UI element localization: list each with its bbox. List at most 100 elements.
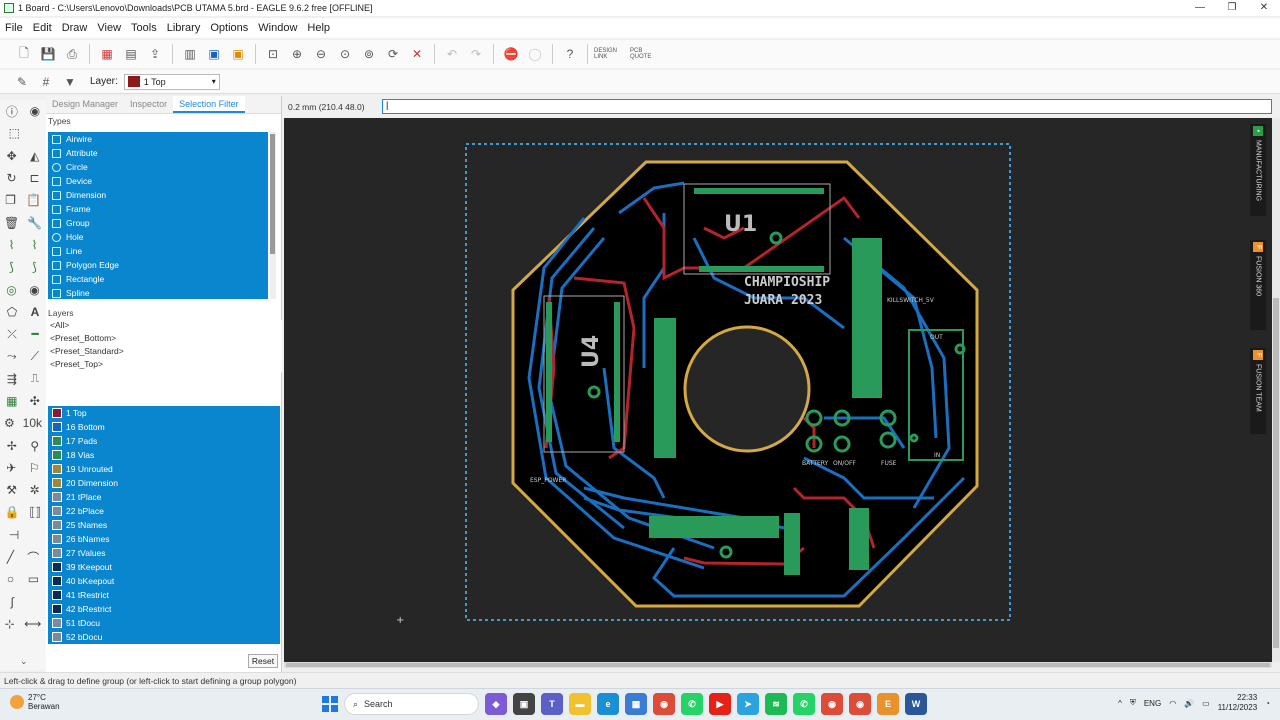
- type-item[interactable]: Rectangle: [48, 272, 268, 286]
- help-icon[interactable]: ?: [559, 44, 581, 64]
- via-icon[interactable]: ◉: [29, 283, 39, 297]
- menu-window[interactable]: Window: [253, 22, 302, 34]
- horizontal-scrollbar[interactable]: [284, 662, 1272, 668]
- delete-icon[interactable]: 🗑: [4, 216, 19, 230]
- design-link-icon[interactable]: DESIGN LINK: [594, 44, 628, 64]
- chevron-down-icon[interactable]: ⌄: [20, 656, 28, 667]
- stop-icon[interactable]: ⛔: [500, 44, 522, 64]
- chrome-profile-icon[interactable]: ◉: [821, 693, 843, 715]
- language-indicator[interactable]: ENG: [1144, 699, 1161, 708]
- hammer-icon[interactable]: ⚒: [6, 483, 17, 497]
- export-icon[interactable]: ⇪: [144, 44, 166, 64]
- zoom-out-icon[interactable]: ⊖: [310, 44, 332, 64]
- slice-icon[interactable]: ⟋: [31, 349, 39, 364]
- new-file-icon[interactable]: 🗋: [13, 44, 35, 64]
- rectangle-icon[interactable]: ▭: [28, 572, 39, 586]
- tab-selection-filter[interactable]: Selection Filter: [173, 96, 245, 113]
- type-item[interactable]: Dimension: [48, 188, 268, 202]
- redraw-icon[interactable]: ⟳: [382, 44, 404, 64]
- arc-icon[interactable]: ⌒: [27, 549, 39, 566]
- layer-item[interactable]: 41 tRestrict: [48, 588, 280, 602]
- type-item[interactable]: Frame: [48, 202, 268, 216]
- whatsapp-icon[interactable]: ✆: [681, 693, 703, 715]
- vertical-scrollbar[interactable]: [1272, 118, 1280, 662]
- layer-item[interactable]: 22 bPlace: [48, 504, 280, 518]
- board-canvas[interactable]: U1 U4 CHAMPIOSHIP JUARA 2023 KILLSWITCH_…: [284, 118, 1272, 662]
- grid-icon[interactable]: #: [35, 72, 57, 92]
- layer-item[interactable]: 52 bDocu: [48, 630, 280, 644]
- layer-item[interactable]: 20 Dimension: [48, 476, 280, 490]
- type-item[interactable]: Hole: [48, 230, 268, 244]
- lock-part-icon[interactable]: ⚲: [30, 439, 39, 453]
- chrome-profile-2-icon[interactable]: ◉: [849, 693, 871, 715]
- text-icon[interactable]: A: [31, 305, 40, 319]
- clock[interactable]: 22:33 11/12/2023: [1218, 693, 1257, 713]
- attribute-icon[interactable]: ⟦⟧: [29, 505, 41, 519]
- optimize-icon[interactable]: ⇶: [7, 372, 17, 386]
- whatsapp-badge-icon[interactable]: ✆: [793, 693, 815, 715]
- layer-item[interactable]: 16 Bottom: [48, 420, 280, 434]
- defender-icon[interactable]: ⛨: [1130, 698, 1136, 708]
- cross-probe-icon[interactable]: ✕: [406, 44, 428, 64]
- type-item[interactable]: Group: [48, 216, 268, 230]
- tab-fusion-360[interactable]: F FUSION 360: [1250, 240, 1266, 330]
- paste-icon[interactable]: 📋: [26, 193, 41, 207]
- cam-icon[interactable]: ▤: [120, 44, 142, 64]
- type-item[interactable]: Circle: [48, 160, 268, 174]
- reset-button[interactable]: Reset: [248, 654, 278, 668]
- chevron-up-icon[interactable]: ^: [1118, 699, 1122, 708]
- show-icon[interactable]: ◉: [30, 104, 40, 118]
- pcb-quote-icon[interactable]: PCB QUOTE: [630, 44, 664, 64]
- rotate-icon[interactable]: ↻: [6, 171, 16, 185]
- route-icon[interactable]: ⌇: [9, 238, 15, 252]
- menu-file[interactable]: File: [0, 22, 28, 34]
- move-icon[interactable]: ✥: [7, 149, 17, 163]
- erc-icon[interactable]: ⚐: [29, 461, 40, 475]
- taskbar-search[interactable]: ⌕ Search: [344, 693, 479, 715]
- dimension-icon[interactable]: ⊣: [9, 528, 19, 542]
- layer-item[interactable]: 26 bNames: [48, 532, 280, 546]
- info-icon[interactable]: ⓘ: [6, 103, 18, 120]
- spotify-icon[interactable]: ≋: [765, 693, 787, 715]
- layer-select[interactable]: 1 Top ▾: [123, 73, 220, 90]
- tab-inspector[interactable]: Inspector: [124, 96, 173, 113]
- layer-item[interactable]: 39 tKeepout: [48, 560, 280, 574]
- minimize-button[interactable]: —: [1184, 0, 1216, 16]
- layer-item[interactable]: 25 tNames: [48, 518, 280, 532]
- layer-item[interactable]: 1 Top: [48, 406, 280, 420]
- preset-item[interactable]: <Preset_Top>: [50, 359, 282, 372]
- redo-icon[interactable]: ↷: [465, 44, 487, 64]
- autoroute-icon[interactable]: ⟆: [9, 260, 14, 274]
- zoom-in-icon[interactable]: ⊕: [286, 44, 308, 64]
- lock-icon[interactable]: 🔒: [5, 505, 20, 519]
- copy-icon[interactable]: ❐: [5, 193, 16, 207]
- layer-item[interactable]: 19 Unrouted: [48, 462, 280, 476]
- print-icon[interactable]: ⎙: [61, 44, 83, 64]
- value-icon[interactable]: 10k: [23, 416, 42, 430]
- close-button[interactable]: ✕: [1248, 0, 1280, 16]
- polygon-icon[interactable]: ⬠: [7, 305, 17, 319]
- chrome-icon[interactable]: ◉: [653, 693, 675, 715]
- preset-item[interactable]: <All>: [50, 320, 282, 333]
- windows-start-icon[interactable]: [322, 696, 338, 712]
- align-icon[interactable]: ⊏: [29, 171, 39, 185]
- layer-item[interactable]: 17 Pads: [48, 434, 280, 448]
- spline-icon[interactable]: ∫: [11, 595, 14, 609]
- change-icon[interactable]: ⚙: [4, 416, 15, 430]
- type-item[interactable]: Device: [48, 174, 268, 188]
- fanout-icon[interactable]: ⟆: [32, 260, 37, 274]
- copilot-icon[interactable]: ◆: [485, 693, 507, 715]
- library-icon[interactable]: ▥: [179, 44, 201, 64]
- zoom-fit-icon[interactable]: ⊡: [262, 44, 284, 64]
- type-item[interactable]: Polygon Edge: [48, 258, 268, 272]
- filter-icon[interactable]: ▼: [59, 72, 81, 92]
- eagle-taskbar-icon[interactable]: E: [877, 693, 899, 715]
- line-icon[interactable]: ╱: [7, 550, 14, 564]
- ratsnest-icon[interactable]: ◎: [6, 283, 16, 297]
- layer-item[interactable]: 27 tValues: [48, 546, 280, 560]
- tab-design-manager[interactable]: Design Manager: [46, 96, 124, 113]
- settings-icon[interactable]: ✲: [30, 483, 40, 497]
- type-item[interactable]: Spline: [48, 286, 268, 299]
- type-item[interactable]: Line: [48, 244, 268, 258]
- menu-options[interactable]: Options: [205, 22, 253, 34]
